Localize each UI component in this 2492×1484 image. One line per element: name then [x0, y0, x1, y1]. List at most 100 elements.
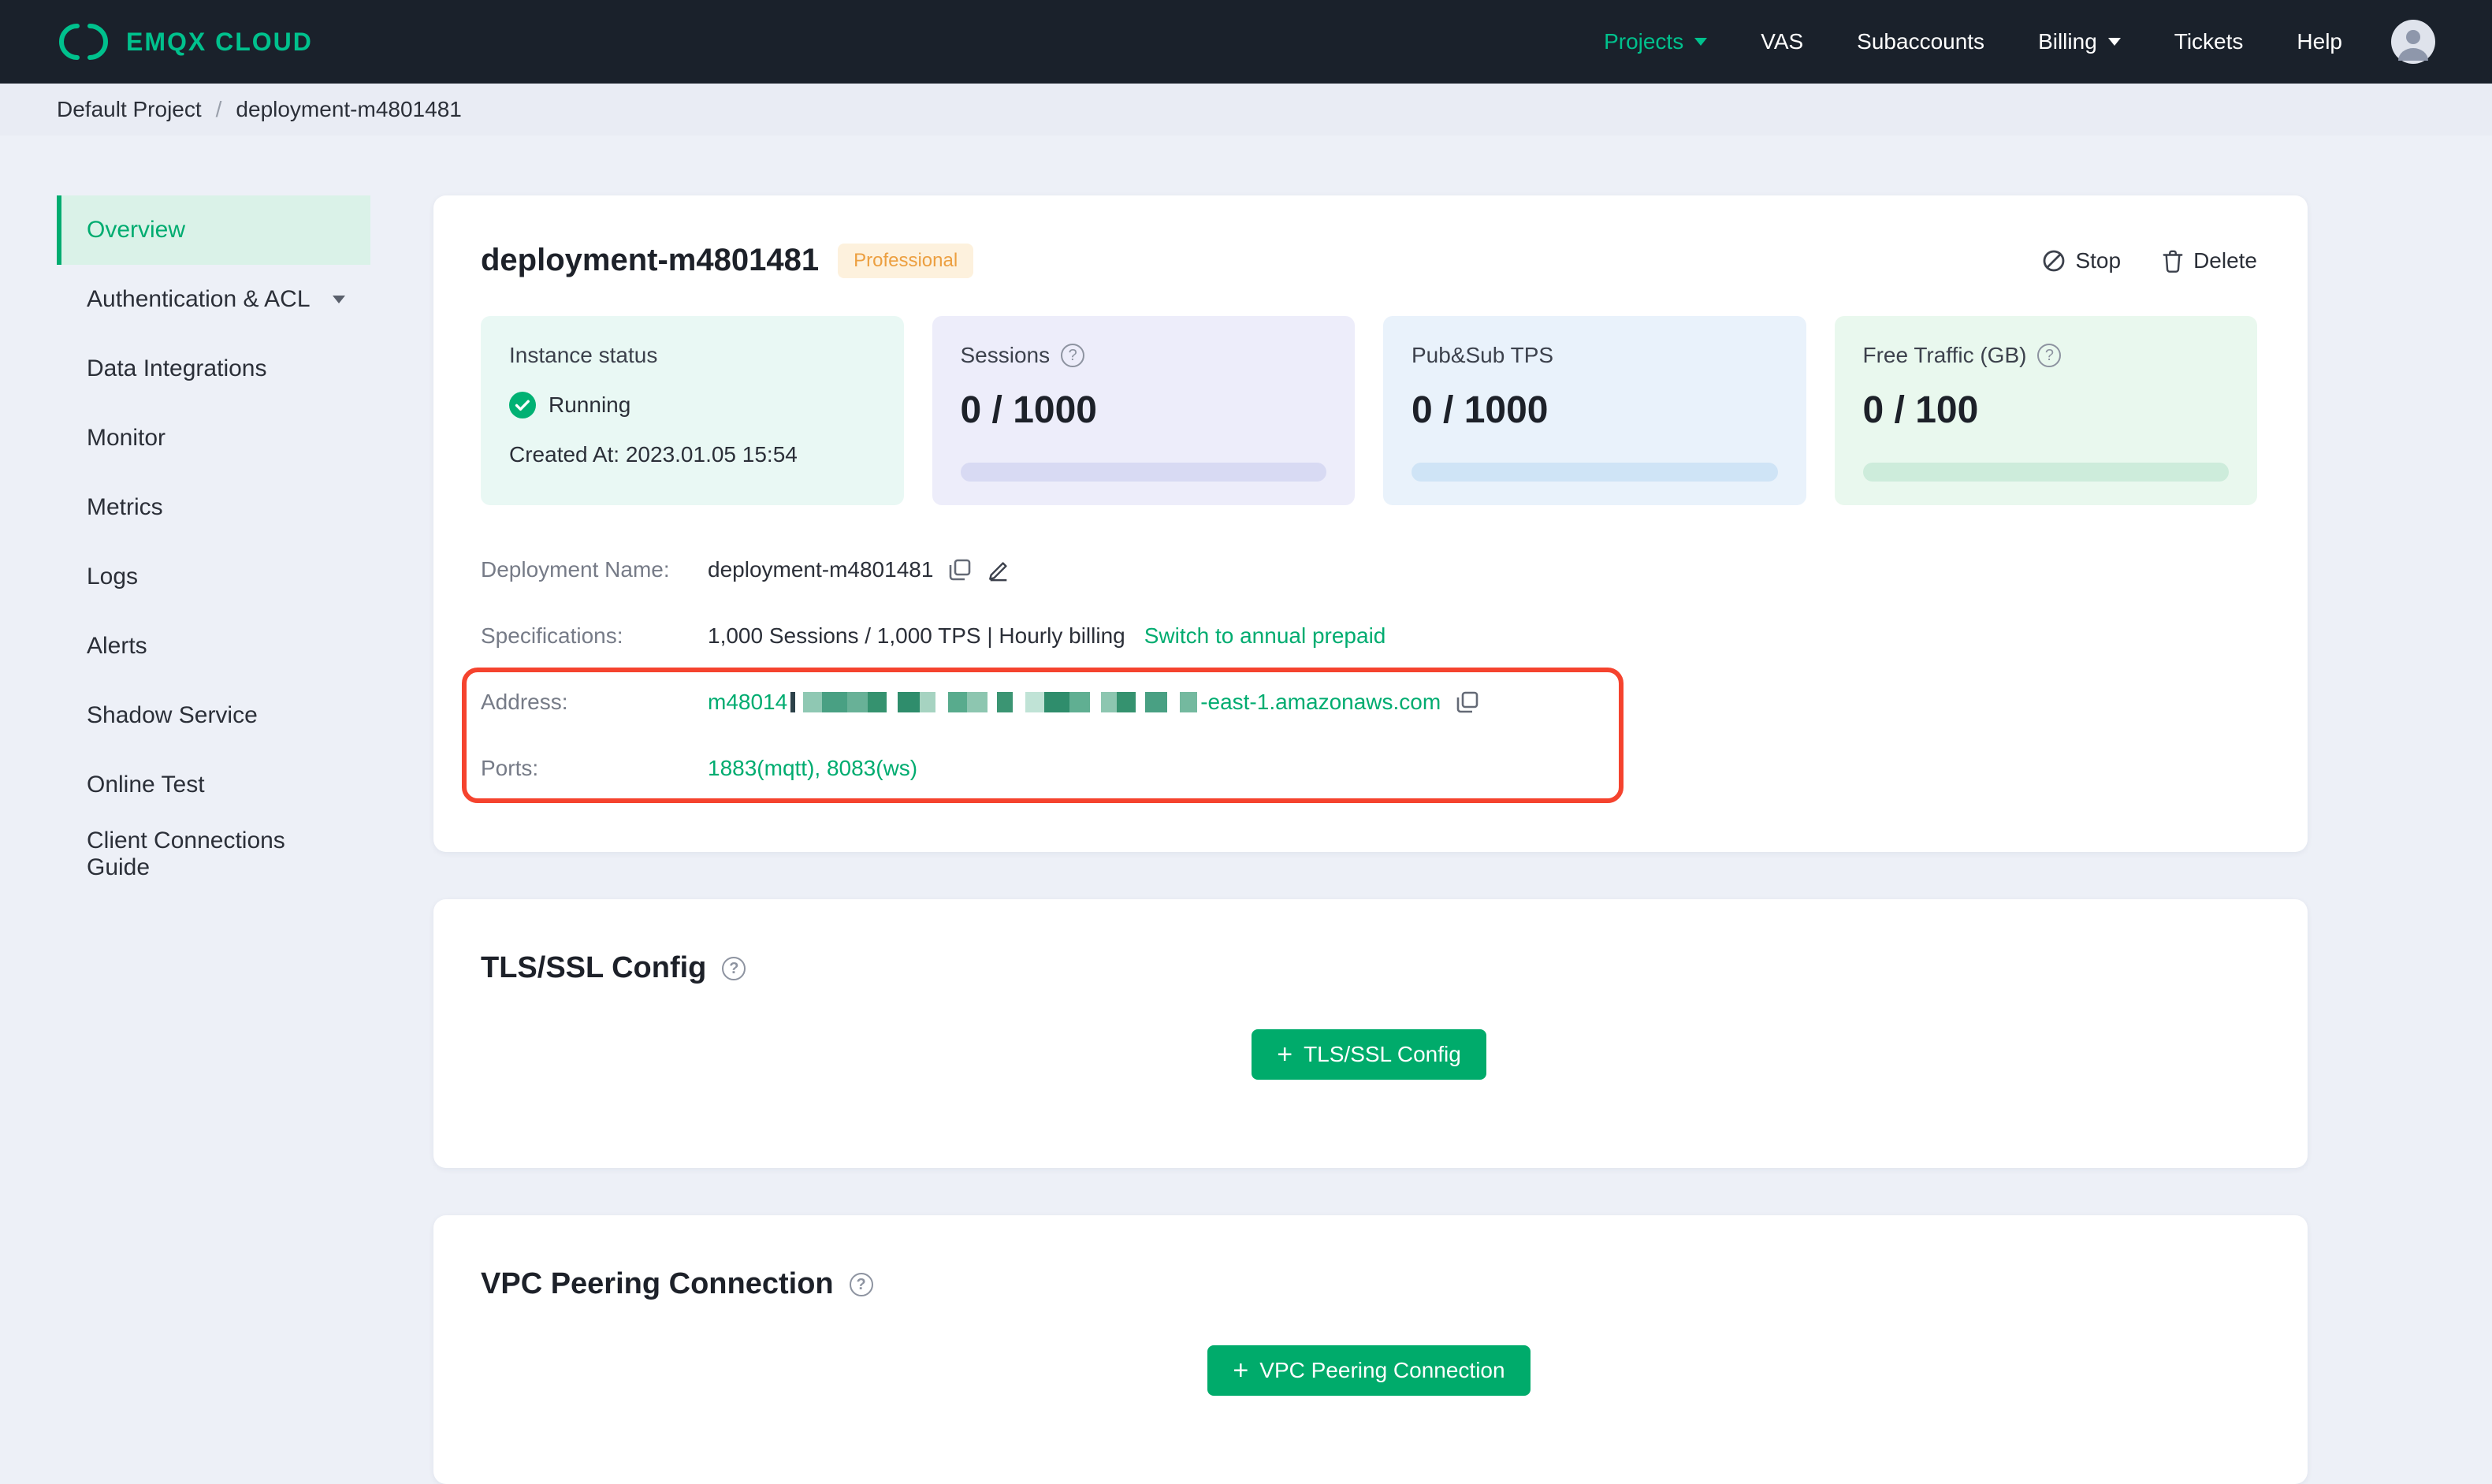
- pubsub-tps-progress-bar: [1412, 463, 1778, 482]
- sidebar-item-data-integrations[interactable]: Data Integrations: [57, 334, 370, 404]
- pubsub-tps-card: Pub&Sub TPS 0 / 1000: [1383, 316, 1806, 505]
- instance-status-card: Instance status Running Created At: 2023…: [481, 316, 904, 505]
- connection-address-group: Address: m48014 -east-1.amazonaws.com Po…: [462, 668, 2257, 803]
- vpc-peering-title: VPC Peering Connection: [481, 1267, 834, 1300]
- stop-button[interactable]: Stop: [2042, 248, 2121, 273]
- sidebar-item-logs[interactable]: Logs: [57, 542, 370, 612]
- stop-button-label: Stop: [2075, 247, 2122, 273]
- deployment-title: deployment-m4801481: [481, 243, 820, 277]
- nav-billing[interactable]: Billing: [2011, 17, 2148, 67]
- plan-badge: Professional: [838, 243, 974, 278]
- breadcrumb: Default Project / deployment-m4801481: [0, 84, 2492, 136]
- nav-vas-label: VAS: [1761, 29, 1804, 54]
- specifications-label: Specifications:: [481, 623, 623, 648]
- sessions-card: Sessions 0 / 1000: [932, 316, 1355, 505]
- copy-icon[interactable]: [1456, 691, 1478, 713]
- nav-projects-label: Projects: [1604, 29, 1684, 54]
- sidebar-item-overview[interactable]: Overview: [57, 195, 370, 265]
- sidebar-item-client-connections-guide[interactable]: Client Connections Guide: [57, 820, 370, 889]
- edit-icon[interactable]: [987, 558, 1010, 582]
- sidebar-item-authentication-acl[interactable]: Authentication & ACL: [57, 265, 370, 334]
- trash-icon: [2163, 250, 2183, 273]
- switch-annual-prepaid-link[interactable]: Switch to annual prepaid: [1144, 623, 1386, 649]
- sidebar-item-alerts[interactable]: Alerts: [57, 612, 370, 681]
- nav-help-label: Help: [2297, 29, 2342, 54]
- instance-status-label: Instance status: [509, 343, 658, 367]
- add-tls-ssl-config-button[interactable]: TLS/SSL Config: [1252, 1029, 1486, 1080]
- help-icon[interactable]: [2037, 344, 2062, 367]
- nav-menu: Projects VAS Subaccounts Billing Tickets…: [1577, 17, 2435, 67]
- sidebar-item-online-test[interactable]: Online Test: [57, 750, 370, 820]
- add-vpc-peering-button[interactable]: VPC Peering Connection: [1207, 1345, 1531, 1396]
- nav-tickets-label: Tickets: [2174, 29, 2244, 54]
- free-traffic-label: Free Traffic (GB): [1862, 343, 2027, 367]
- emqx-logo-icon: [59, 24, 108, 60]
- address-prefix: m48014: [708, 690, 788, 714]
- user-avatar[interactable]: [2391, 20, 2435, 64]
- tls-ssl-card: TLS/SSL Config TLS/SSL Config: [433, 899, 2308, 1168]
- sidebar-item-label: Online Test: [87, 772, 205, 798]
- instance-status-value: Running: [549, 392, 631, 417]
- top-navigation: EMQX CLOUD Projects VAS Subaccounts Bill…: [0, 0, 2492, 84]
- breadcrumb-separator: /: [215, 97, 222, 121]
- sidebar-item-label: Authentication & ACL: [87, 286, 311, 312]
- plus-icon: [1277, 1041, 1292, 1069]
- address-redacted-segment: [790, 692, 1198, 712]
- chevron-down-icon: [333, 296, 345, 303]
- sessions-progress-bar: [960, 463, 1326, 482]
- vpc-peering-card: VPC Peering Connection VPC Peering Conne…: [433, 1215, 2308, 1484]
- nav-vas[interactable]: VAS: [1734, 17, 1830, 67]
- sidebar-item-shadow-service[interactable]: Shadow Service: [57, 681, 370, 750]
- breadcrumb-project[interactable]: Default Project: [57, 97, 202, 122]
- brand-name: EMQX CLOUD: [126, 27, 313, 56]
- brand[interactable]: EMQX CLOUD: [57, 21, 313, 62]
- nav-projects[interactable]: Projects: [1577, 17, 1734, 67]
- stop-icon: [2044, 250, 2065, 271]
- sidebar-item-label: Shadow Service: [87, 702, 258, 728]
- delete-button[interactable]: Delete: [2162, 248, 2257, 273]
- sidebar-item-label: Overview: [87, 217, 186, 243]
- sidebar-item-metrics[interactable]: Metrics: [57, 473, 370, 542]
- breadcrumb-current: deployment-m4801481: [236, 97, 462, 121]
- tls-ssl-title: TLS/SSL Config: [481, 951, 707, 984]
- deployment-name-label: Deployment Name:: [481, 557, 670, 582]
- plus-icon: [1233, 1357, 1248, 1385]
- nav-tickets[interactable]: Tickets: [2148, 17, 2271, 67]
- ports-label: Ports:: [481, 756, 539, 780]
- pubsub-tps-label: Pub&Sub TPS: [1412, 343, 1554, 367]
- add-vpc-peering-label: VPC Peering Connection: [1259, 1358, 1505, 1382]
- address-label: Address:: [481, 690, 568, 714]
- nav-help[interactable]: Help: [2270, 17, 2369, 67]
- add-tls-ssl-config-label: TLS/SSL Config: [1304, 1042, 1461, 1066]
- address-suffix: -east-1.amazonaws.com: [1200, 690, 1441, 714]
- pubsub-tps-value: 0 / 1000: [1412, 389, 1549, 431]
- help-icon[interactable]: [849, 1272, 873, 1296]
- ports-value: 1883(mqtt), 8083(ws): [708, 756, 918, 780]
- sidebar-item-label: Logs: [87, 563, 139, 590]
- sessions-label: Sessions: [960, 343, 1051, 367]
- sessions-value: 0 / 1000: [960, 389, 1097, 431]
- sidebar-item-label: Metrics: [87, 494, 163, 520]
- chevron-down-icon: [2107, 38, 2121, 46]
- sidebar-item-label: Data Integrations: [87, 355, 267, 381]
- delete-button-label: Delete: [2193, 247, 2257, 273]
- nav-subaccounts[interactable]: Subaccounts: [1830, 17, 2011, 67]
- free-traffic-card: Free Traffic (GB) 0 / 100: [1834, 316, 2257, 505]
- sidebar-item-label: Client Connections Guide: [87, 828, 285, 880]
- help-icon[interactable]: [1061, 344, 1085, 367]
- sidebar-item-label: Alerts: [87, 633, 147, 659]
- check-circle-icon: [509, 392, 536, 418]
- deployment-overview-card: deployment-m4801481 Professional Stop De…: [433, 195, 2308, 852]
- chevron-down-icon: [1694, 38, 1708, 46]
- sidebar-item-monitor[interactable]: Monitor: [57, 404, 370, 473]
- deployment-details: Deployment Name: deployment-m4801481 Spe…: [462, 552, 2257, 803]
- sidebar-item-label: Monitor: [87, 425, 166, 451]
- copy-icon[interactable]: [949, 559, 971, 581]
- instance-created-at: Created At: 2023.01.05 15:54: [509, 442, 798, 467]
- specifications-value: 1,000 Sessions / 1,000 TPS | Hourly bill…: [708, 623, 1125, 648]
- help-icon[interactable]: [722, 956, 746, 980]
- nav-subaccounts-label: Subaccounts: [1857, 29, 1985, 54]
- nav-billing-label: Billing: [2038, 29, 2097, 54]
- free-traffic-progress-bar: [1862, 463, 2229, 482]
- main-content: deployment-m4801481 Professional Stop De…: [433, 195, 2308, 1484]
